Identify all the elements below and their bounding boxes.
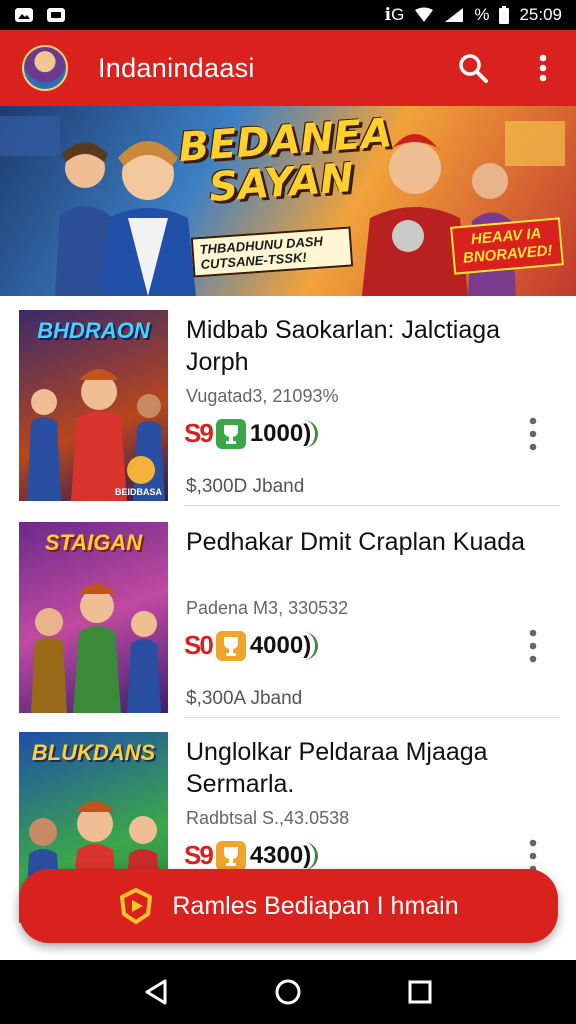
thumbnail-caption: BEIDBASA bbox=[114, 487, 162, 497]
home-icon bbox=[275, 979, 301, 1005]
age-badge: S9 bbox=[184, 840, 214, 870]
banner-title: BEDANEA SAYAN bbox=[177, 110, 394, 211]
thumbnail-title: BHDRAON bbox=[37, 318, 150, 343]
app-actions bbox=[456, 51, 560, 85]
item-subtitle: Padena M3, 330532 bbox=[186, 598, 349, 618]
rating-icon bbox=[215, 630, 246, 661]
game-thumbnail: STAIGAN bbox=[19, 522, 168, 713]
trophy-icon bbox=[223, 424, 238, 444]
rating-icon bbox=[215, 418, 246, 449]
item-subtitle: Vugatad3, 21093% bbox=[186, 386, 339, 406]
game-icon bbox=[47, 8, 65, 22]
home-button[interactable] bbox=[268, 972, 308, 1012]
signal-icon bbox=[445, 8, 464, 22]
battery-icon bbox=[499, 6, 510, 24]
status-left bbox=[14, 7, 66, 23]
featured-banner[interactable]: BEDANEA SAYAN THBADHUNU DASH CUTSANE-TSS… bbox=[0, 106, 576, 296]
gallery-icon bbox=[15, 8, 33, 22]
page-title: Indanindaasi bbox=[98, 52, 255, 83]
rating-value: 4000) bbox=[250, 631, 319, 660]
recents-icon bbox=[408, 980, 432, 1004]
avatar[interactable] bbox=[22, 45, 68, 91]
wifi-icon bbox=[415, 7, 434, 22]
rating-value: 4300) bbox=[250, 841, 319, 870]
list-item[interactable]: STAIGAN Pedhakar Dmit Craplan Kuada Pade… bbox=[0, 508, 576, 718]
item-price: $,300A Jband bbox=[186, 688, 303, 709]
item-title: Midbab Saokarlan: Jalctiaga Jorph bbox=[186, 316, 501, 376]
trophy-icon bbox=[223, 636, 238, 656]
item-title: Unglolkar Peldaraa Mjaaga Sermarla. bbox=[186, 738, 488, 798]
rating-value: 1000) bbox=[250, 419, 319, 448]
trophy-icon bbox=[223, 846, 238, 866]
recents-button[interactable] bbox=[400, 972, 440, 1012]
item-meta: S0 4000) bbox=[184, 630, 319, 661]
search-button[interactable] bbox=[456, 51, 490, 85]
item-title: Pedhakar Dmit Craplan Kuada bbox=[186, 528, 526, 556]
item-price: $,300D Jband bbox=[186, 476, 305, 497]
system-nav-bar bbox=[0, 960, 576, 1024]
cta-button[interactable]: Ramles Bediapan I hmain bbox=[19, 869, 558, 943]
more-vert-icon bbox=[529, 417, 537, 451]
status-bar: ℹG % 25:09 bbox=[0, 0, 576, 30]
item-meta: S9 1000) bbox=[184, 418, 319, 449]
age-badge: S0 bbox=[184, 630, 214, 660]
back-button[interactable] bbox=[136, 972, 176, 1012]
more-vert-icon bbox=[529, 629, 537, 663]
back-icon bbox=[145, 979, 167, 1005]
item-more-button[interactable] bbox=[522, 626, 544, 666]
battery-percent: % bbox=[474, 5, 490, 24]
shield-icon bbox=[120, 888, 153, 924]
list-item[interactable]: BHDRAON BEIDBASA Midbab Saokarlan: Jalct… bbox=[0, 296, 576, 506]
item-more-button[interactable] bbox=[522, 414, 544, 454]
rating-icon bbox=[215, 840, 246, 871]
banner-badge: HEAAV IA BNORAVED! bbox=[450, 217, 564, 275]
item-meta: S9 4300) bbox=[184, 840, 319, 871]
divider bbox=[184, 505, 560, 506]
search-icon bbox=[459, 54, 488, 83]
thumbnail-title: STAIGAN bbox=[44, 530, 143, 555]
app-bar: Indanindaasi bbox=[0, 30, 576, 106]
item-subtitle: Radbtsal S.,43.0538 bbox=[186, 808, 350, 828]
network-label: ℹG bbox=[384, 5, 405, 24]
more-vert-icon bbox=[539, 54, 547, 82]
overflow-menu-button[interactable] bbox=[526, 51, 560, 85]
clock: 25:09 bbox=[519, 5, 562, 24]
status-right: ℹG % 25:09 bbox=[385, 5, 562, 25]
thumbnail-title: BLUKDANS bbox=[31, 740, 156, 765]
game-thumbnail: BHDRAON BEIDBASA bbox=[19, 310, 168, 501]
age-badge: S9 bbox=[184, 418, 214, 448]
cta-label: Ramles Bediapan I hmain bbox=[172, 891, 459, 920]
